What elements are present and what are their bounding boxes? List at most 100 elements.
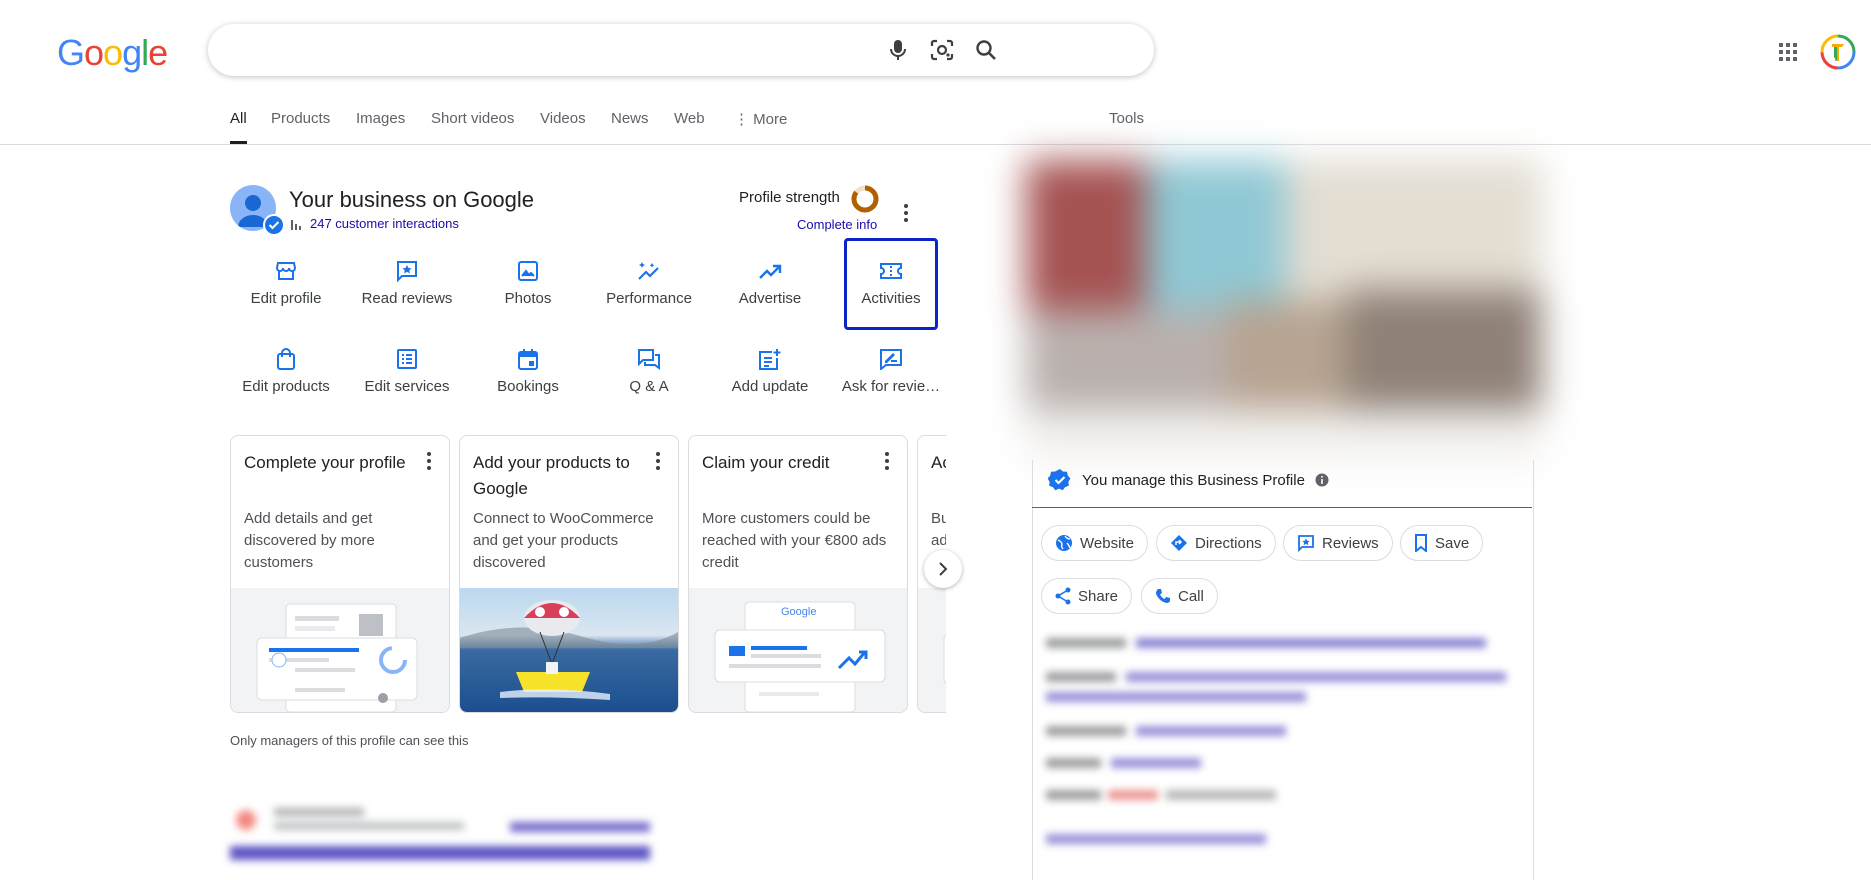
edit-profile-button[interactable]: Edit profile xyxy=(225,258,347,307)
action-label: Q & A xyxy=(629,378,669,395)
card-menu-icon[interactable] xyxy=(885,452,889,475)
action-label: Edit profile xyxy=(250,290,322,307)
advertise-button[interactable]: Advertise xyxy=(709,258,831,307)
google-brand-text: Google xyxy=(781,606,817,618)
profile-strength-label: Profile strength xyxy=(739,189,840,206)
profile-illustration xyxy=(231,588,449,712)
tab-all[interactable]: All xyxy=(230,110,247,144)
globe-icon xyxy=(1056,535,1072,551)
chevron-right-icon xyxy=(939,562,948,576)
tab-images[interactable]: Images xyxy=(356,110,405,141)
apps-grid-icon[interactable] xyxy=(1776,40,1800,64)
tab-short-videos[interactable]: Short videos xyxy=(431,110,514,141)
interactions-label: 247 customer interactions xyxy=(310,216,459,231)
verified-badge-icon xyxy=(263,214,285,236)
card-claim-credit[interactable]: Claim your credit More customers could b… xyxy=(688,435,908,713)
card-menu-icon[interactable] xyxy=(427,452,431,475)
card-description: Bu ad xyxy=(931,510,946,549)
add-update-button[interactable]: Add update xyxy=(709,346,831,395)
customer-interactions-link[interactable]: 247 customer interactions xyxy=(290,216,459,231)
more-options-icon[interactable] xyxy=(897,201,915,225)
action-label: Edit products xyxy=(242,378,330,395)
tab-videos[interactable]: Videos xyxy=(540,110,586,141)
chip-label: Reviews xyxy=(1322,534,1379,552)
search-box[interactable] xyxy=(208,24,1154,76)
action-label: Ask for revie… xyxy=(841,378,941,395)
google-logo[interactable]: Google xyxy=(57,32,168,74)
card-description: More customers could be reached with you… xyxy=(702,510,887,571)
action-label: Advertise xyxy=(738,290,802,307)
bookings-button[interactable]: Bookings xyxy=(467,346,589,395)
carousel-next-button[interactable] xyxy=(924,550,962,588)
manage-profile-text: You manage this Business Profile xyxy=(1082,471,1305,489)
forum-icon xyxy=(588,346,710,372)
directions-chip[interactable]: Directions xyxy=(1156,525,1276,561)
complete-info-link[interactable]: Complete info xyxy=(797,217,877,232)
share-chip[interactable]: Share xyxy=(1041,578,1133,614)
card-title: Claim your credit xyxy=(702,453,830,472)
qa-button[interactable]: Q & A xyxy=(588,346,710,395)
ask-for-reviews-button[interactable]: Ask for revie… xyxy=(830,346,952,395)
card-add-products[interactable]: Add your products to Google Connect to W… xyxy=(459,435,679,713)
action-label: Read reviews xyxy=(361,290,453,307)
edit-services-button[interactable]: Edit services xyxy=(346,346,468,395)
account-avatar[interactable] xyxy=(1820,34,1856,70)
phone-icon xyxy=(1156,589,1170,603)
photos-button[interactable]: Photos xyxy=(467,258,589,307)
review-star-icon xyxy=(346,258,468,284)
rate-review-icon xyxy=(830,346,952,372)
info-icon[interactable] xyxy=(1315,473,1329,487)
card-title: Complete your profile xyxy=(244,453,406,472)
action-label: Add update xyxy=(731,378,809,395)
read-reviews-button[interactable]: Read reviews xyxy=(346,258,468,307)
lens-icon[interactable] xyxy=(928,36,956,64)
tab-more-label: More xyxy=(753,111,788,128)
calendar-icon xyxy=(467,346,589,372)
blurred-business-details xyxy=(1046,634,1516,864)
tab-news[interactable]: News xyxy=(611,110,649,141)
list-icon xyxy=(346,346,468,372)
website-chip[interactable]: Website xyxy=(1041,525,1148,561)
bookmark-icon xyxy=(1415,534,1427,552)
performance-button[interactable]: Performance xyxy=(588,258,710,307)
share-icon xyxy=(1055,587,1071,605)
logo-letter: g xyxy=(122,32,142,73)
bar-chart-icon xyxy=(291,219,301,230)
business-photo[interactable] xyxy=(1026,160,1542,460)
reviews-chip[interactable]: Reviews xyxy=(1283,525,1393,561)
search-icon[interactable] xyxy=(972,36,1000,64)
chip-label: Save xyxy=(1435,534,1470,552)
logo-letter: e xyxy=(148,32,168,73)
card-menu-icon[interactable] xyxy=(656,452,660,475)
highlight-box xyxy=(844,238,938,330)
chip-label: Share xyxy=(1078,587,1119,605)
suggestion-cards-carousel[interactable]: Complete your profile Add details and ge… xyxy=(230,435,946,713)
card-title: Add your products to Google xyxy=(473,453,630,498)
search-tabs: All Products Images Short videos Videos … xyxy=(0,100,1871,145)
chip-label: Website xyxy=(1080,534,1134,552)
profile-strength-ring xyxy=(851,185,879,213)
action-label: Edit services xyxy=(364,378,450,395)
card-description: Add details and get discovered by more c… xyxy=(244,510,375,571)
chip-label: Call xyxy=(1178,587,1204,605)
image-icon xyxy=(467,258,589,284)
call-chip[interactable]: Call xyxy=(1141,578,1218,614)
card-title: Ac xyxy=(931,453,946,472)
tab-more[interactable]: ⋮ More xyxy=(734,110,787,142)
logo-letter: G xyxy=(57,32,85,73)
tab-products[interactable]: Products xyxy=(271,110,330,141)
edit-products-button[interactable]: Edit products xyxy=(225,346,347,395)
tools-button[interactable]: Tools xyxy=(1109,110,1144,127)
tab-web[interactable]: Web xyxy=(674,110,705,141)
save-chip[interactable]: Save xyxy=(1400,525,1484,561)
microphone-icon[interactable] xyxy=(884,36,912,64)
managers-note: Only managers of this profile can see th… xyxy=(230,733,469,748)
card-illustration xyxy=(918,588,946,712)
card-complete-profile[interactable]: Complete your profile Add details and ge… xyxy=(230,435,450,713)
action-label: Performance xyxy=(606,290,692,307)
sparkle-trend-icon xyxy=(588,258,710,284)
parasailing-photo xyxy=(460,588,678,712)
action-label: Bookings xyxy=(497,378,559,395)
directions-icon xyxy=(1171,535,1187,551)
panel-divider xyxy=(1032,507,1532,508)
